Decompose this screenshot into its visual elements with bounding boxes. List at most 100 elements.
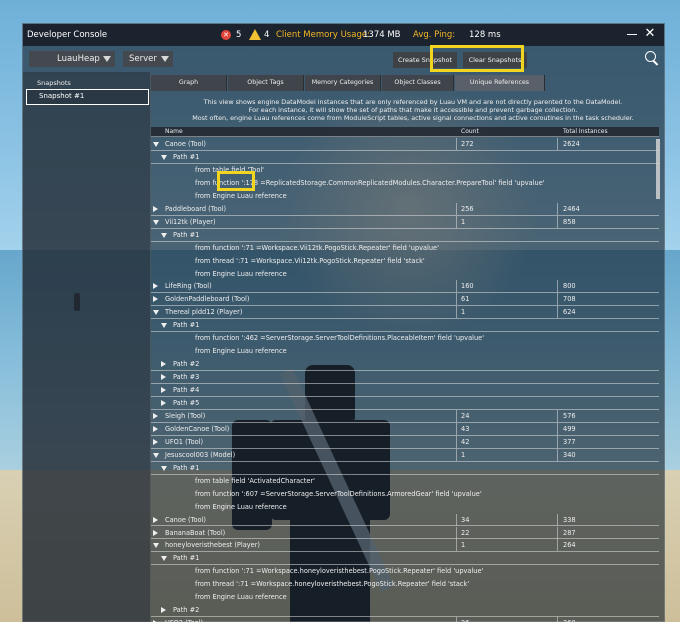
table-row[interactable]: Paddleboard (Tool) 256 2464: [151, 202, 659, 216]
row-name: from function ':71 =Workspace.honeylover…: [195, 567, 484, 576]
caret-down-icon[interactable]: [161, 465, 167, 471]
path-row[interactable]: Path #5: [151, 397, 659, 410]
caret-right-icon[interactable]: [161, 374, 166, 381]
caret-down-icon[interactable]: [153, 219, 159, 225]
table-row[interactable]: BananaBoat (Tool) 22 287: [151, 526, 659, 540]
path-row[interactable]: Path #2: [151, 604, 659, 618]
console-title: Developer Console: [27, 30, 108, 40]
row-count: 1: [461, 450, 466, 459]
tab-unique-references[interactable]: Unique References: [455, 75, 545, 91]
table-row[interactable]: GoldenPaddleboard (Tool) 61 708: [151, 293, 659, 307]
table-header: Name Count Total Instances: [151, 127, 659, 137]
row-name: Canoe (Tool): [165, 140, 206, 148]
caret-right-icon[interactable]: [153, 205, 158, 212]
caret-right-icon[interactable]: [153, 529, 158, 536]
snapshot-item[interactable]: Snapshot #1: [26, 89, 149, 105]
table-row[interactable]: Thereal pldd12 (Player) 1 624: [151, 306, 659, 320]
error-count[interactable]: 5: [236, 30, 241, 40]
table-row[interactable]: Vii12tk (Player) 1 858: [151, 215, 659, 229]
caret-down-icon[interactable]: [153, 452, 159, 458]
tab-object-tags[interactable]: Object Tags: [228, 75, 304, 91]
column-divider: [456, 539, 457, 552]
row-name: Path #1: [173, 463, 200, 472]
caret-right-icon[interactable]: [161, 387, 166, 394]
column-divider: [557, 306, 558, 319]
path-row[interactable]: Path #2: [151, 358, 659, 372]
table-row[interactable]: honeyloveristhebest (Player) 1 264: [151, 539, 659, 553]
table-row[interactable]: LifeRing (Tool) 160 800: [151, 280, 659, 294]
search-icon[interactable]: [645, 51, 659, 65]
caret-right-icon[interactable]: [153, 283, 158, 290]
caret-right-icon[interactable]: [153, 412, 158, 419]
context-select-dropdown[interactable]: Server: [123, 51, 173, 67]
error-icon[interactable]: ✕: [221, 30, 231, 40]
caret-down-icon[interactable]: [161, 232, 167, 238]
table-row[interactable]: Canoe (Tool) 34 338: [151, 513, 659, 527]
table-row[interactable]: Jesuscool003 (Model) 1 340: [151, 448, 659, 462]
warning-count[interactable]: 4: [264, 30, 269, 40]
row-total-instances: 2464: [563, 204, 580, 213]
row-total-instances: 708: [563, 295, 576, 304]
path-row[interactable]: Path #3: [151, 371, 659, 384]
caret-down-icon[interactable]: [153, 543, 159, 549]
row-count: 22: [461, 528, 470, 537]
column-divider: [557, 448, 558, 461]
caret-down-icon[interactable]: [153, 310, 159, 316]
caret-down-icon[interactable]: [153, 142, 159, 147]
table-row[interactable]: GoldenCanoe (Tool) 43 499: [151, 422, 659, 436]
row-name: from Engine Luau reference: [195, 593, 287, 602]
row-count: 1: [461, 541, 466, 550]
column-divider: [456, 215, 457, 228]
row-name: Path #5: [173, 399, 200, 407]
caret-down-icon[interactable]: [161, 154, 167, 160]
context-select-value: Server: [129, 54, 157, 64]
path-row[interactable]: Path #1: [151, 229, 659, 242]
table-row[interactable]: Sleigh (Tool) 24 576: [151, 409, 659, 423]
path-row[interactable]: Path #1: [151, 319, 659, 333]
table-row[interactable]: UFO2 (Tool)26260: [151, 617, 659, 622]
warning-icon[interactable]: [249, 29, 261, 40]
close-icon[interactable]: ✕: [643, 26, 657, 42]
row-name: from thread ':71 =Workspace.honeyloveris…: [195, 580, 470, 589]
reference-row: from thread ':71 =Workspace.honeyloveris…: [151, 578, 659, 591]
caret-right-icon[interactable]: [153, 516, 158, 523]
title-bar[interactable]: Developer Console ✕ 5 4 Client Memory Us…: [23, 24, 664, 46]
column-header-name[interactable]: Name: [165, 128, 183, 135]
table-row[interactable]: Canoe (Tool) 272 2624: [151, 138, 659, 151]
clear-snapshots-button[interactable]: Clear Snapshots: [463, 52, 527, 68]
caret-down-icon[interactable]: [161, 556, 167, 562]
caret-down-icon[interactable]: [161, 323, 167, 329]
row-total-instances: 624: [563, 308, 576, 317]
tab-graph[interactable]: Graph: [151, 75, 227, 91]
description-line: This view shows engine DataModel instanc…: [203, 98, 623, 106]
path-row[interactable]: Path #4: [151, 384, 659, 397]
create-snapshot-button[interactable]: Create Snapshot: [393, 52, 457, 68]
path-row[interactable]: Path #1: [151, 151, 659, 164]
row-count: 1: [461, 217, 466, 226]
path-row[interactable]: Path #1: [151, 462, 659, 475]
view-select-dropdown[interactable]: LuauHeap: [29, 51, 115, 67]
tab-object-classes[interactable]: Object Classes: [382, 75, 454, 91]
caret-right-icon[interactable]: [153, 425, 158, 432]
table-row[interactable]: UFO1 (Tool) 42 377: [151, 435, 659, 449]
minimize-icon[interactable]: [627, 28, 637, 40]
table-scrollbar[interactable]: [656, 139, 660, 199]
column-header-count[interactable]: Count: [461, 128, 479, 135]
reference-row: from Engine Luau reference: [151, 501, 659, 514]
row-count: 24: [461, 411, 470, 420]
tab-memory-categories[interactable]: Memory Categories: [305, 75, 381, 91]
column-header-total[interactable]: Total Instances: [563, 128, 608, 135]
column-divider: [557, 617, 558, 622]
reference-row: from Engine Luau reference: [151, 345, 659, 358]
caret-right-icon[interactable]: [161, 400, 166, 406]
row-name: from Engine Luau reference: [195, 269, 287, 278]
caret-right-icon[interactable]: [153, 438, 158, 445]
caret-right-icon[interactable]: [153, 296, 158, 303]
row-name: honeyloveristhebest (Player): [165, 541, 260, 550]
row-count: 43: [461, 424, 470, 433]
caret-right-icon[interactable]: [161, 607, 166, 614]
path-row[interactable]: Path #1: [151, 552, 659, 566]
row-name: Jesuscool003 (Model): [165, 450, 236, 459]
row-name: Thereal pldd12 (Player): [165, 308, 243, 317]
caret-right-icon[interactable]: [161, 361, 166, 368]
